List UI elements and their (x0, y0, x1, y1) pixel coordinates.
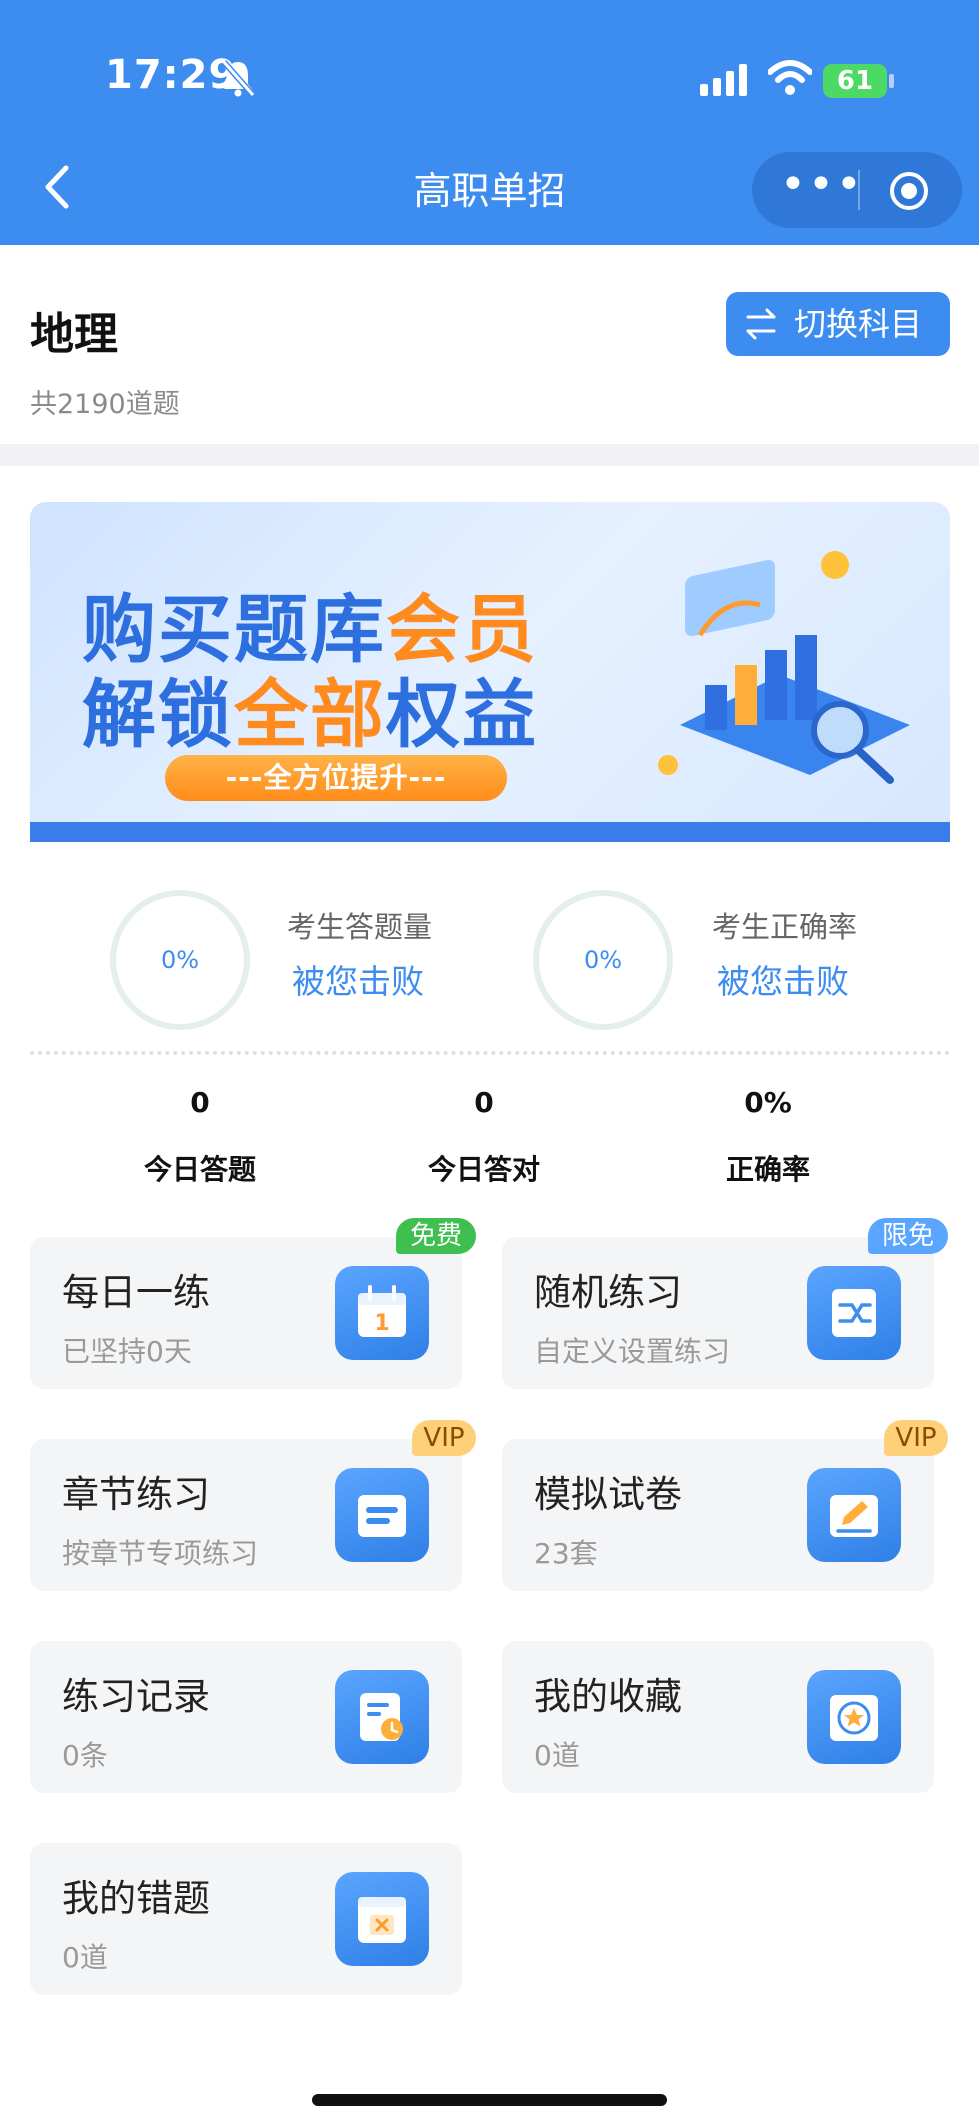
today-answered-value: 0 (190, 1086, 210, 1119)
bar-chart-illustration-icon (658, 551, 910, 784)
free-badge: 免费 (396, 1218, 476, 1254)
signal-icon (700, 64, 747, 96)
card-title: 练习记录 (62, 1675, 210, 1718)
clock-doc-icon (335, 1670, 429, 1764)
question-count: 共2190道题 (30, 389, 180, 420)
accuracy-label: 考生正确率 (712, 910, 858, 944)
subject-name: 地理 (30, 309, 118, 360)
status-time: 17:29 (105, 52, 238, 98)
dotted-divider (30, 1051, 950, 1055)
svg-text:1: 1 (374, 1311, 389, 1336)
answer-volume-ring: 0% (110, 890, 250, 1030)
accuracy-ring: 0% (533, 890, 673, 1030)
card-title: 章节练习 (62, 1473, 210, 1516)
folder-icon (335, 1468, 429, 1562)
card-subtitle: 0道 (62, 1941, 108, 1974)
battery-indicator: 61 (823, 64, 887, 98)
switch-arrows-icon (746, 308, 776, 340)
card-title: 随机练习 (534, 1271, 682, 1314)
answer-volume-label: 考生答题量 (287, 910, 433, 944)
wrong-icon (335, 1872, 429, 1966)
close-target-icon[interactable] (888, 170, 930, 212)
limited-free-badge: 限免 (868, 1218, 948, 1254)
today-correct-value: 0 (474, 1086, 494, 1119)
card-subtitle: 0道 (534, 1739, 580, 1772)
accuracy-beat: 被您击败 (717, 962, 849, 1001)
card-subtitle: 已坚持0天 (62, 1335, 192, 1368)
card-title: 我的收藏 (534, 1675, 682, 1718)
banner-headline-2: 解锁全部权益 (82, 672, 538, 758)
more-icon[interactable]: ••• (780, 163, 862, 210)
switch-subject-label: 切换科目 (794, 305, 923, 343)
vip-badge: VIP (412, 1420, 476, 1456)
capsule-divider (858, 170, 860, 210)
calendar-icon: 1 (335, 1266, 429, 1360)
pen-icon (807, 1468, 901, 1562)
card-title: 模拟试卷 (534, 1473, 682, 1516)
wifi-icon (768, 60, 812, 95)
card-subtitle: 按章节专项练习 (62, 1537, 259, 1570)
battery-tip (889, 74, 894, 88)
star-icon (807, 1670, 901, 1764)
vip-badge: VIP (884, 1420, 948, 1456)
bell-muted-icon (221, 60, 256, 97)
section-divider (0, 444, 979, 466)
accuracy-rate-value: 0% (744, 1086, 792, 1119)
card-subtitle: 自定义设置练习 (534, 1335, 731, 1368)
shuffle-icon (807, 1266, 901, 1360)
accuracy-rate-label: 正确率 (725, 1153, 810, 1186)
card-subtitle: 23套 (534, 1537, 598, 1570)
banner-pill: ---全方位提升--- (165, 755, 507, 801)
card-subtitle: 0条 (62, 1739, 108, 1772)
card-title: 我的错题 (62, 1877, 210, 1920)
today-answered-label: 今日答题 (143, 1153, 256, 1186)
today-correct-label: 今日答对 (427, 1153, 540, 1186)
card-title: 每日一练 (62, 1271, 210, 1314)
home-indicator (312, 2094, 667, 2106)
answer-volume-beat: 被您击败 (292, 962, 424, 1001)
banner-bottom-strip (30, 822, 950, 842)
